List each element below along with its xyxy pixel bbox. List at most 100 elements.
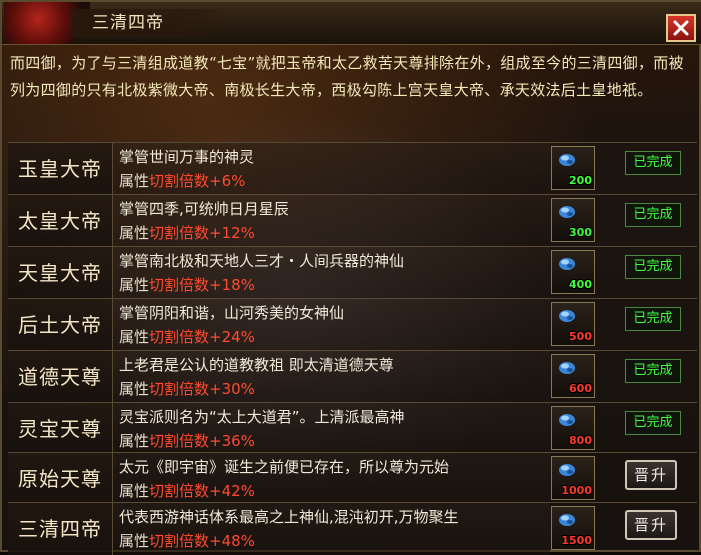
- deity-attribute: 属性切割倍数+24%: [119, 326, 255, 347]
- attribute-name: 切割倍数: [149, 380, 210, 398]
- deity-row: 灵宝天尊 灵宝派则名为“太上大道君”。上清派最高神 属性切割倍数+36% 800 已完成: [8, 402, 697, 455]
- deity-name: 三清四帝: [8, 503, 113, 555]
- attribute-label: 属性: [119, 328, 150, 346]
- completed-badge: 已完成: [625, 359, 681, 383]
- blue-gem-icon: [559, 258, 575, 270]
- deity-row: 太皇大帝 掌管四季,可统帅日月星辰 属性切割倍数+12% 300 已完成: [8, 194, 697, 247]
- attribute-value: +36%: [209, 432, 255, 450]
- deity-description: 掌管世间万事的神灵: [119, 148, 255, 166]
- deity-description: 太元《即宇宙》诞生之前便已存在，所以尊为元始: [119, 458, 450, 476]
- deity-row: 玉皇大帝 掌管世间万事的神灵 属性切割倍数+6% 200 已完成: [8, 142, 697, 195]
- deity-name: 后土大帝: [8, 299, 113, 351]
- deity-name: 道德天尊: [8, 351, 113, 403]
- window-title: 三清四帝: [72, 9, 232, 37]
- deity-description: 掌管阴阳和谐，山河秀美的女神仙: [119, 304, 345, 322]
- cost-item-slot[interactable]: 1000: [551, 456, 595, 500]
- deity-info: 灵宝派则名为“太上大道君”。上清派最高神 属性切割倍数+36%: [113, 403, 550, 455]
- title-bar: 三清四帝: [2, 2, 701, 45]
- blue-gem-icon: [559, 206, 575, 218]
- deity-attribute: 属性切割倍数+48%: [119, 530, 255, 551]
- completed-badge: 已完成: [625, 151, 681, 175]
- deity-info: 掌管四季,可统帅日月星辰 属性切割倍数+12%: [113, 195, 550, 247]
- attribute-label: 属性: [119, 172, 150, 190]
- deity-description: 掌管南北极和天地人三才・人间兵器的神仙: [119, 252, 405, 270]
- attribute-name: 切割倍数: [149, 276, 210, 294]
- blue-gem-icon: [559, 362, 575, 374]
- attribute-value: +48%: [209, 532, 255, 550]
- deity-attribute: 属性切割倍数+30%: [119, 378, 255, 399]
- item-quantity: 200: [569, 174, 592, 187]
- completed-badge: 已完成: [625, 307, 681, 331]
- promote-button[interactable]: 晋升: [625, 460, 677, 490]
- deity-attribute: 属性切割倍数+12%: [119, 222, 255, 243]
- attribute-name: 切割倍数: [149, 532, 210, 550]
- attribute-value: +18%: [209, 276, 255, 294]
- close-button[interactable]: [666, 14, 696, 42]
- blue-gem-icon: [559, 464, 575, 476]
- deity-info: 掌管南北极和天地人三才・人间兵器的神仙 属性切割倍数+18%: [113, 247, 550, 299]
- item-quantity: 400: [569, 278, 592, 291]
- attribute-name: 切割倍数: [149, 432, 210, 450]
- deity-name: 玉皇大帝: [8, 143, 113, 195]
- item-quantity: 800: [569, 434, 592, 447]
- cost-item-slot[interactable]: 200: [551, 146, 595, 190]
- attribute-value: +42%: [209, 482, 255, 500]
- deity-row: 原始天尊 太元《即宇宙》诞生之前便已存在，所以尊为元始 属性切割倍数+42% 1000…: [8, 452, 697, 505]
- attribute-label: 属性: [119, 276, 150, 294]
- deity-description: 代表西游神话体系最高之上神仙,混沌初开,万物聚生: [119, 508, 459, 526]
- cost-item-slot[interactable]: 300: [551, 198, 595, 242]
- cost-item-slot[interactable]: 400: [551, 250, 595, 294]
- deity-description: 上老君是公认的道教教祖 即太清道德天尊: [119, 356, 394, 374]
- deity-name: 太皇大帝: [8, 195, 113, 247]
- deity-info: 太元《即宇宙》诞生之前便已存在，所以尊为元始 属性切割倍数+42%: [113, 453, 550, 505]
- item-quantity: 600: [569, 382, 592, 395]
- completed-badge: 已完成: [625, 411, 681, 435]
- cost-item-slot[interactable]: 500: [551, 302, 595, 346]
- deity-info: 掌管阴阳和谐，山河秀美的女神仙 属性切割倍数+24%: [113, 299, 550, 351]
- attribute-label: 属性: [119, 224, 150, 242]
- deity-info: 代表西游神话体系最高之上神仙,混沌初开,万物聚生 属性切割倍数+48%: [113, 503, 550, 555]
- blue-gem-icon: [559, 414, 575, 426]
- lore-description: 而四御，为了与三清组成道教“七宝”就把玉帝和太乙救苦天尊排除在外，组成至今的三清…: [10, 54, 684, 99]
- blue-gem-icon: [559, 154, 575, 166]
- deity-name: 天皇大帝: [8, 247, 113, 299]
- deity-attribute: 属性切割倍数+18%: [119, 274, 255, 295]
- dialog-panel: 三清四帝 而四御，为了与三清组成道教“七宝”就把玉帝和太乙救苦天尊排除在外，组成…: [0, 0, 701, 555]
- deity-description: 灵宝派则名为“太上大道君”。上清派最高神: [119, 408, 405, 426]
- deity-info: 上老君是公认的道教教祖 即太清道德天尊 属性切割倍数+30%: [113, 351, 550, 403]
- deity-name: 灵宝天尊: [8, 403, 113, 455]
- deity-name: 原始天尊: [8, 453, 113, 505]
- close-icon: [673, 20, 689, 36]
- deity-row: 三清四帝 代表西游神话体系最高之上神仙,混沌初开,万物聚生 属性切割倍数+48% 15…: [8, 502, 697, 555]
- attribute-name: 切割倍数: [149, 328, 210, 346]
- deity-info: 掌管世间万事的神灵 属性切割倍数+6%: [113, 143, 550, 195]
- deity-row: 道德天尊 上老君是公认的道教教祖 即太清道德天尊 属性切割倍数+30% 600 已完成: [8, 350, 697, 403]
- attribute-value: +30%: [209, 380, 255, 398]
- promote-button[interactable]: 晋升: [625, 510, 677, 540]
- attribute-value: +12%: [209, 224, 255, 242]
- deity-description: 掌管四季,可统帅日月星辰: [119, 200, 289, 218]
- item-quantity: 500: [569, 330, 592, 343]
- item-quantity: 1500: [561, 534, 592, 547]
- cost-item-slot[interactable]: 1500: [551, 506, 595, 550]
- item-quantity: 300: [569, 226, 592, 239]
- cost-item-slot[interactable]: 600: [551, 354, 595, 398]
- attribute-label: 属性: [119, 432, 150, 450]
- attribute-label: 属性: [119, 380, 150, 398]
- attribute-name: 切割倍数: [149, 224, 210, 242]
- completed-badge: 已完成: [625, 255, 681, 279]
- blue-gem-icon: [559, 514, 575, 526]
- attribute-label: 属性: [119, 532, 150, 550]
- attribute-name: 切割倍数: [149, 172, 210, 190]
- attribute-value: +24%: [209, 328, 255, 346]
- cost-item-slot[interactable]: 800: [551, 406, 595, 450]
- completed-badge: 已完成: [625, 203, 681, 227]
- deity-row: 后土大帝 掌管阴阳和谐，山河秀美的女神仙 属性切割倍数+24% 500 已完成: [8, 298, 697, 351]
- attribute-label: 属性: [119, 482, 150, 500]
- blue-gem-icon: [559, 310, 575, 322]
- item-quantity: 1000: [561, 484, 592, 497]
- attribute-value: +6%: [209, 172, 246, 190]
- deity-attribute: 属性切割倍数+42%: [119, 480, 255, 501]
- attribute-name: 切割倍数: [149, 482, 210, 500]
- deity-attribute: 属性切割倍数+36%: [119, 430, 255, 451]
